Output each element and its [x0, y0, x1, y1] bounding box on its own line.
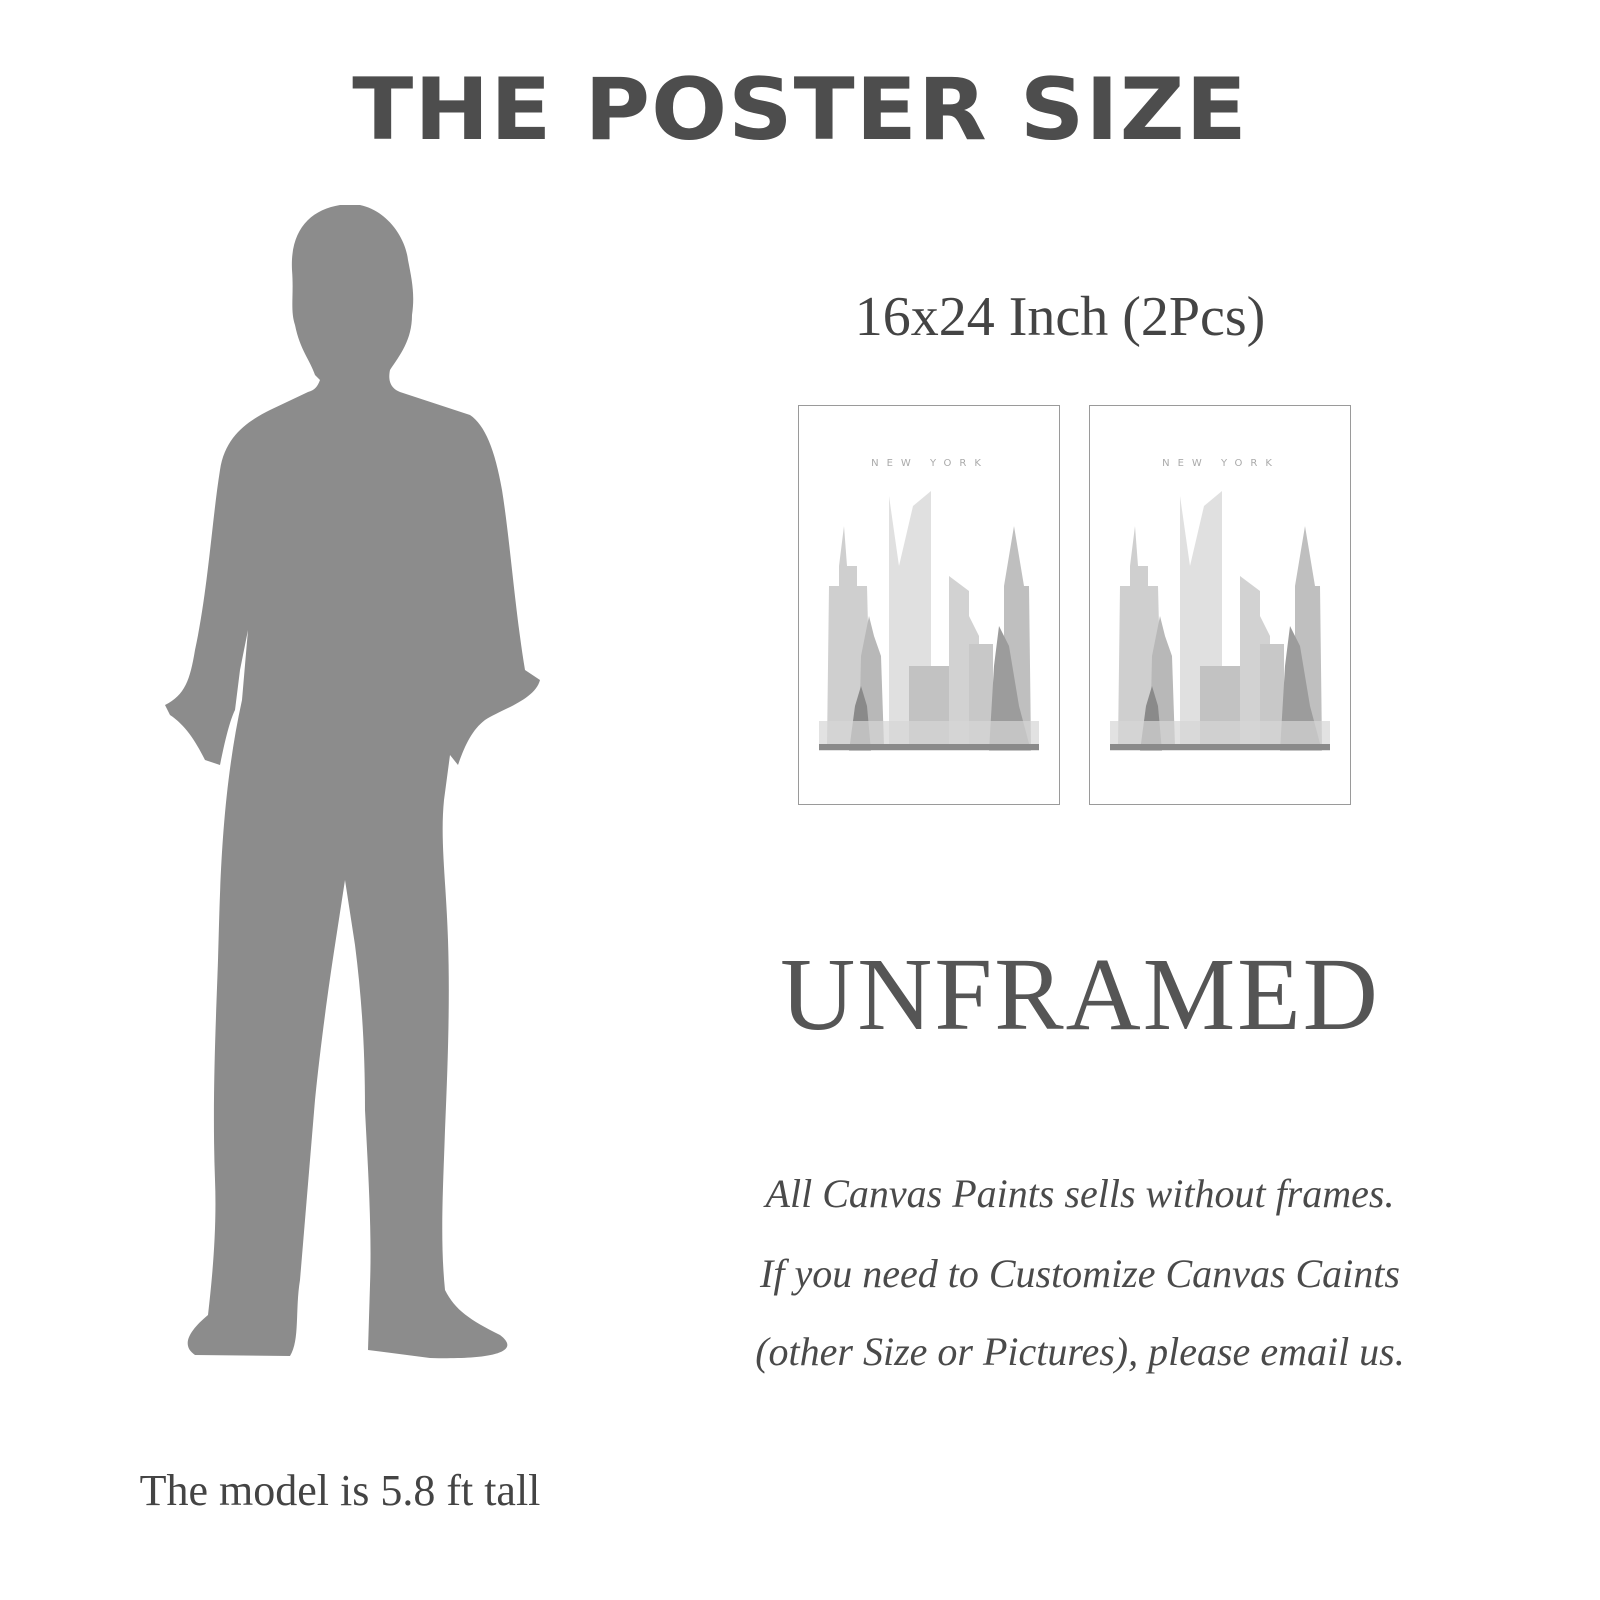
human-silhouette	[165, 205, 540, 1359]
page-title: THE POSTER SIZE	[352, 60, 1248, 160]
poster-caption: NEW YORK	[1162, 458, 1280, 469]
poster-preview-1: NEW YORK	[798, 405, 1060, 805]
unframed-label: UNFRAMED	[780, 937, 1380, 1052]
skyline-artwork: NEW YORK	[1110, 458, 1330, 751]
notice-line-1: All Canvas Paints sells without frames.	[765, 1171, 1395, 1216]
notice-line-3: (other Size or Pictures), please email u…	[755, 1329, 1405, 1374]
poster-caption: NEW YORK	[871, 458, 989, 469]
skyline-artwork: NEW YORK	[819, 458, 1039, 751]
poster-preview-2: NEW YORK	[1089, 405, 1351, 805]
poster-size-label: 16x24 Inch (2Pcs)	[854, 286, 1266, 348]
model-height-caption: The model is 5.8 ft tall	[139, 1466, 541, 1515]
notice-line-2: If you need to Customize Canvas Caints	[760, 1251, 1400, 1296]
